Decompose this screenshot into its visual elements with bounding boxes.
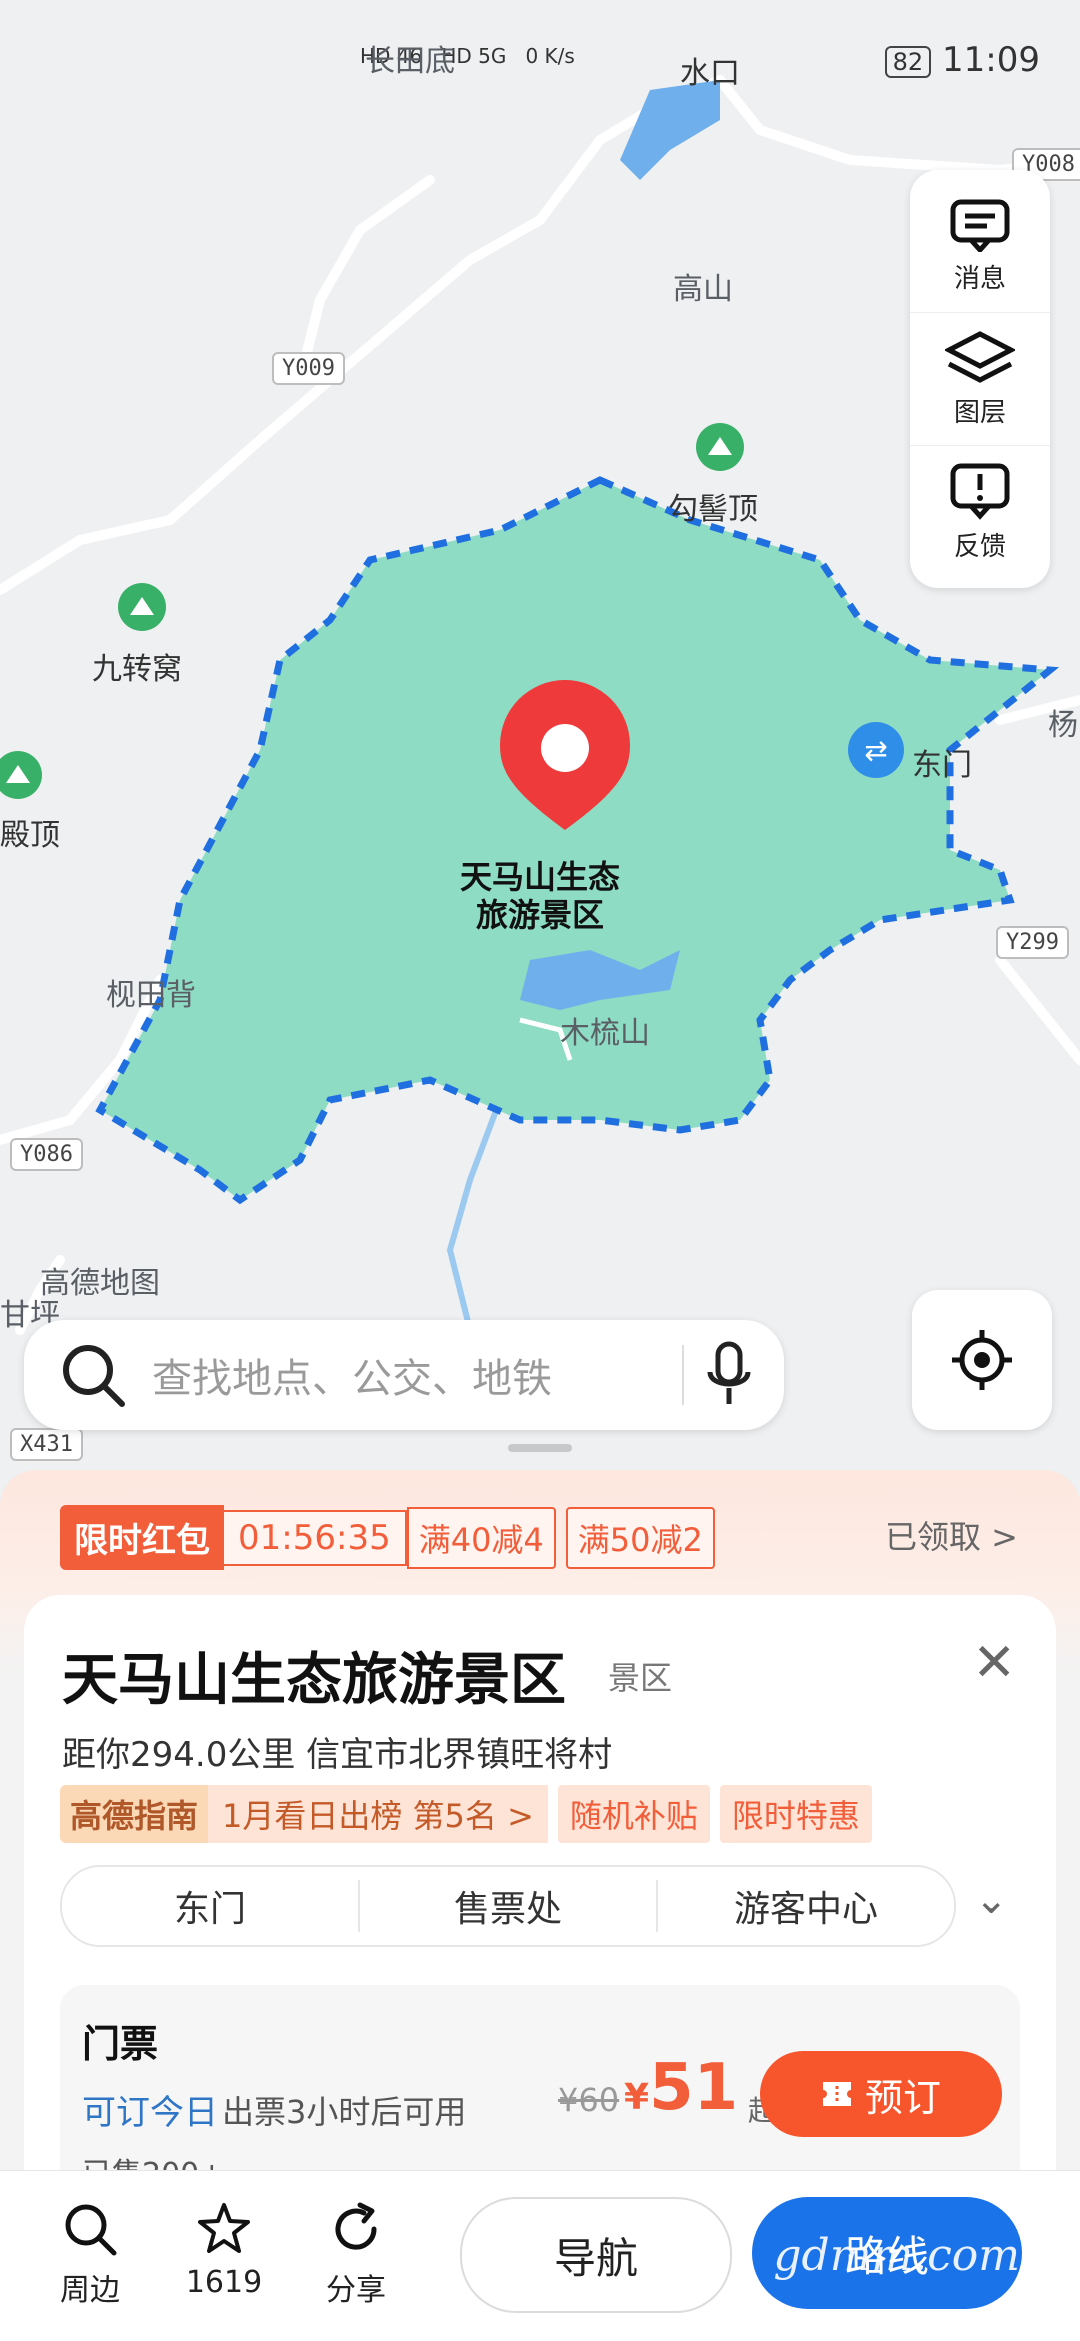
- search-divider: [682, 1345, 684, 1405]
- mountain-poi-icon: [0, 751, 42, 799]
- promo-tag: 限时红包: [60, 1505, 224, 1570]
- sheet-drag-handle[interactable]: [508, 1444, 572, 1452]
- messages-button[interactable]: 消息: [910, 180, 1050, 313]
- star-icon: [198, 2203, 250, 2253]
- subsidy-badge: 随机补贴: [557, 1785, 710, 1843]
- poi-distance-address: 距你294.0公里 信宜市北界镇旺将村: [62, 1735, 613, 1775]
- map-label: 高山: [673, 272, 733, 307]
- book-button[interactable]: 预订: [760, 2051, 1002, 2137]
- tab-east-gate[interactable]: 东门: [62, 1880, 360, 1932]
- status-bar: 82 11:09: [884, 40, 1040, 80]
- poi-badges: 高德指南 1月看日出榜 第5名 > 随机补贴 限时特惠: [60, 1785, 872, 1843]
- map-label[interactable]: 东门: [912, 740, 972, 784]
- guide-tag: 高德指南: [60, 1785, 209, 1843]
- scenic-area-polygon: [95, 476, 1060, 1205]
- mountain-poi-icon: [118, 583, 166, 631]
- received-link[interactable]: 已领取 >: [885, 1512, 1018, 1558]
- deal-badge: 限时特惠: [719, 1785, 872, 1843]
- close-icon[interactable]: ✕: [972, 1633, 1016, 1693]
- chevron-down-icon[interactable]: ⌄: [974, 1877, 1008, 1923]
- watermark: gdmm.com: [773, 2230, 1020, 2281]
- mountain-poi-icon: [696, 423, 744, 471]
- message-icon: [950, 199, 1010, 252]
- microphone-icon[interactable]: [704, 1340, 754, 1410]
- tab-visitor-center[interactable]: 游客中心: [658, 1880, 954, 1932]
- search-icon: [63, 1345, 125, 1407]
- poi-type: 景区: [608, 1659, 673, 1697]
- map-label: 水口: [680, 56, 740, 91]
- favorite-button[interactable]: 1619: [174, 2201, 274, 2300]
- layers-icon: [945, 330, 1015, 383]
- ticket-note: 出票3小时后可用: [222, 2093, 467, 2131]
- search-bar[interactable]: 查找地点、公交、地铁: [24, 1320, 784, 1430]
- map-tools-panel: 消息 图层 反馈: [910, 170, 1050, 588]
- map-label: 杨: [1048, 708, 1078, 743]
- poi-title: 天马山生态旅游景区: [62, 1648, 566, 1713]
- locate-me-button[interactable]: [912, 1290, 1052, 1430]
- layers-button[interactable]: 图层: [910, 313, 1050, 446]
- pin-label: 天马山生态 旅游景区: [460, 858, 621, 934]
- crosshair-icon: [952, 1330, 1012, 1390]
- road-tag: X431: [10, 1428, 83, 1461]
- original-price: ¥60: [558, 2081, 620, 2119]
- share-button[interactable]: 分享: [306, 2201, 406, 2309]
- share-icon: [335, 2202, 377, 2250]
- gate-poi-icon: ⇄: [848, 722, 904, 778]
- map-label[interactable]: 殿顶: [0, 810, 60, 854]
- map-label: 木梳山: [560, 1016, 650, 1051]
- search-icon: [65, 2204, 117, 2256]
- poi-card: 天马山生态旅游景区 景区 ✕ 距你294.0公里 信宜市北界镇旺将村 高德指南 …: [24, 1595, 1056, 2245]
- map-label[interactable]: 勾髻顶: [668, 484, 758, 528]
- battery-indicator: 82: [884, 45, 932, 78]
- tab-ticket-office[interactable]: 售票处: [360, 1880, 658, 1932]
- ranking-badge[interactable]: 高德指南 1月看日出榜 第5名 >: [60, 1785, 548, 1843]
- road-tag: Y086: [10, 1138, 83, 1171]
- ticket-availability: 可订今日: [82, 2093, 218, 2133]
- entrance-tabs: 东门 售票处 游客中心: [60, 1865, 956, 1947]
- road-tag: Y299: [996, 926, 1069, 959]
- feedback-icon: [950, 463, 1010, 520]
- clock: 11:09: [942, 40, 1040, 80]
- feedback-button[interactable]: 反馈: [910, 446, 1050, 578]
- coupon-50[interactable]: 满50减2: [565, 1506, 715, 1569]
- map-label: 长田底: [365, 44, 455, 79]
- map-label[interactable]: 九转窝: [92, 644, 182, 688]
- road-tag: Y009: [272, 352, 345, 385]
- nearby-button[interactable]: 周边: [40, 2201, 140, 2309]
- current-price: ¥51: [624, 2051, 739, 2125]
- map-label: 枧田背: [106, 978, 196, 1013]
- ranking-text: 1月看日出榜 第5名 >: [208, 1785, 548, 1843]
- promo-countdown: 01:56:35: [224, 1509, 407, 1566]
- ticket-icon: [822, 2082, 851, 2106]
- navigate-button[interactable]: 导航: [460, 2197, 732, 2313]
- search-input[interactable]: 查找地点、公交、地铁: [152, 1346, 682, 1404]
- svg-text:⇄: ⇄: [864, 734, 887, 767]
- ticket-title: 门票: [82, 2022, 159, 2066]
- promo-row[interactable]: 限时红包 01:56:35 满40减4 满50减2: [60, 1505, 715, 1570]
- coupon-40[interactable]: 满40减4: [406, 1506, 556, 1569]
